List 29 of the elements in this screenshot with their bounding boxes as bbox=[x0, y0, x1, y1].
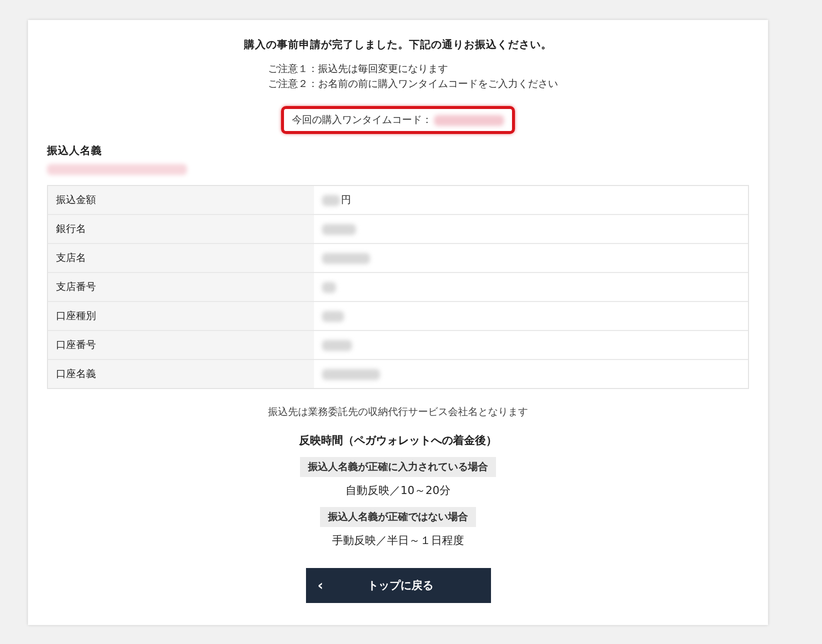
table-label-cell: 支店番号 bbox=[48, 273, 314, 301]
condition-label: 振込人名義が正確ではない場合 bbox=[320, 507, 476, 527]
redacted-value bbox=[322, 368, 380, 380]
redacted-value bbox=[322, 282, 336, 292]
reflection-heading: 反映時間（ペガウォレットへの着金後） bbox=[299, 433, 497, 448]
reflection-time-text: 自動反映／10～20分 bbox=[346, 483, 450, 498]
redacted-value bbox=[322, 194, 340, 206]
reflection-time-text: 手動反映／半日～１日程度 bbox=[332, 533, 464, 548]
table-label-cell: 口座番号 bbox=[48, 331, 314, 359]
back-to-top-button[interactable]: ‹ トップに戻る bbox=[306, 568, 490, 603]
note-text: ご注意１：振込先は毎回変更になります bbox=[268, 62, 449, 76]
redacted-code bbox=[434, 114, 504, 126]
payer-name-label: 振込人名義 bbox=[47, 144, 103, 158]
code-label: 今回の購入ワンタイムコード： bbox=[292, 114, 432, 127]
redacted-value bbox=[322, 224, 356, 234]
currency-unit: 円 bbox=[341, 194, 351, 207]
redacted-value bbox=[322, 340, 352, 350]
table-label-cell: 口座名義 bbox=[48, 360, 314, 388]
redacted-value bbox=[322, 310, 344, 322]
table-label-cell: 銀行名 bbox=[48, 215, 314, 243]
table-label-cell: 振込金額 bbox=[48, 186, 314, 214]
page-title: 購入の事前申請が完了しました。下記の通りお振込ください。 bbox=[244, 38, 552, 52]
table-label-cell: 口座種別 bbox=[48, 302, 314, 330]
chevron-left-icon: ‹ bbox=[318, 578, 368, 594]
table-label-cell: 支店名 bbox=[48, 244, 314, 272]
redacted-value bbox=[322, 252, 370, 264]
footnote-text: 振込先は業務委託先の収納代行サービス会社名となります bbox=[268, 406, 528, 419]
condition-label: 振込人名義が正確に入力されている場合 bbox=[300, 457, 496, 477]
note-text: ご注意２：お名前の前に購入ワンタイムコードをご入力ください bbox=[268, 78, 558, 91]
